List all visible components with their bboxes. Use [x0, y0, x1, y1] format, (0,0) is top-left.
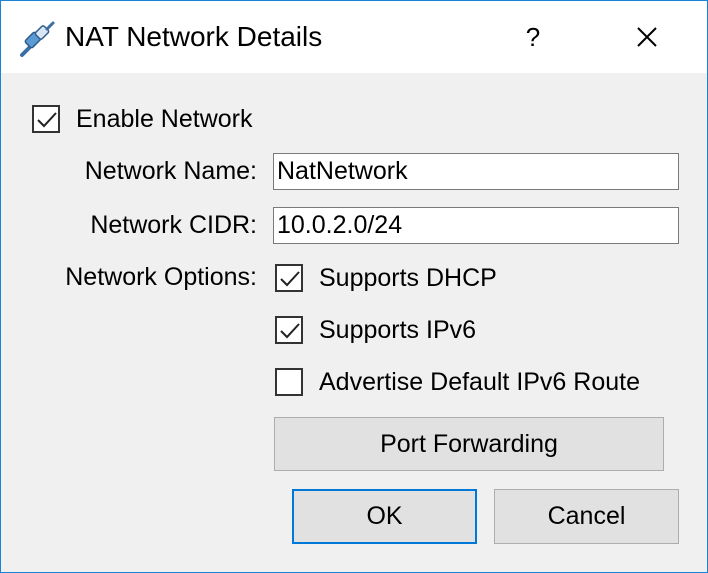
port-forwarding-button[interactable]: Port Forwarding — [274, 417, 664, 471]
advertise-ipv6-route-checkbox[interactable] — [275, 368, 303, 396]
help-button[interactable]: ? — [505, 11, 561, 63]
advertise-ipv6-route-label[interactable]: Advertise Default IPv6 Route — [319, 368, 640, 397]
window-title: NAT Network Details — [65, 21, 323, 52]
network-name-label: Network Name: — [84, 157, 257, 185]
close-button[interactable] — [619, 11, 675, 63]
network-cidr-field[interactable]: 10.0.2.0/24 — [273, 207, 679, 244]
title-bar[interactable]: NAT Network Details ? — [1, 1, 707, 73]
enable-network-label[interactable]: Enable Network — [76, 105, 252, 134]
checkmark-icon — [280, 271, 300, 287]
network-cable-icon — [20, 21, 55, 57]
supports-dhcp-label[interactable]: Supports DHCP — [319, 264, 497, 293]
enable-network-checkbox[interactable] — [32, 105, 60, 133]
network-cidr-label: Network CIDR: — [90, 211, 257, 239]
network-name-field[interactable]: NatNetwork — [273, 153, 679, 190]
checkmark-icon — [280, 323, 300, 339]
checkmark-icon — [37, 112, 57, 128]
network-options-label: Network Options: — [65, 263, 257, 291]
ok-button[interactable]: OK — [292, 489, 477, 544]
close-icon — [637, 27, 657, 47]
cancel-button[interactable]: Cancel — [494, 489, 679, 544]
supports-ipv6-checkbox[interactable] — [275, 316, 303, 344]
supports-dhcp-checkbox[interactable] — [275, 264, 303, 292]
supports-ipv6-label[interactable]: Supports IPv6 — [319, 316, 476, 345]
nat-network-details-dialog: NAT Network Details ? Enable Network Net… — [0, 0, 708, 573]
